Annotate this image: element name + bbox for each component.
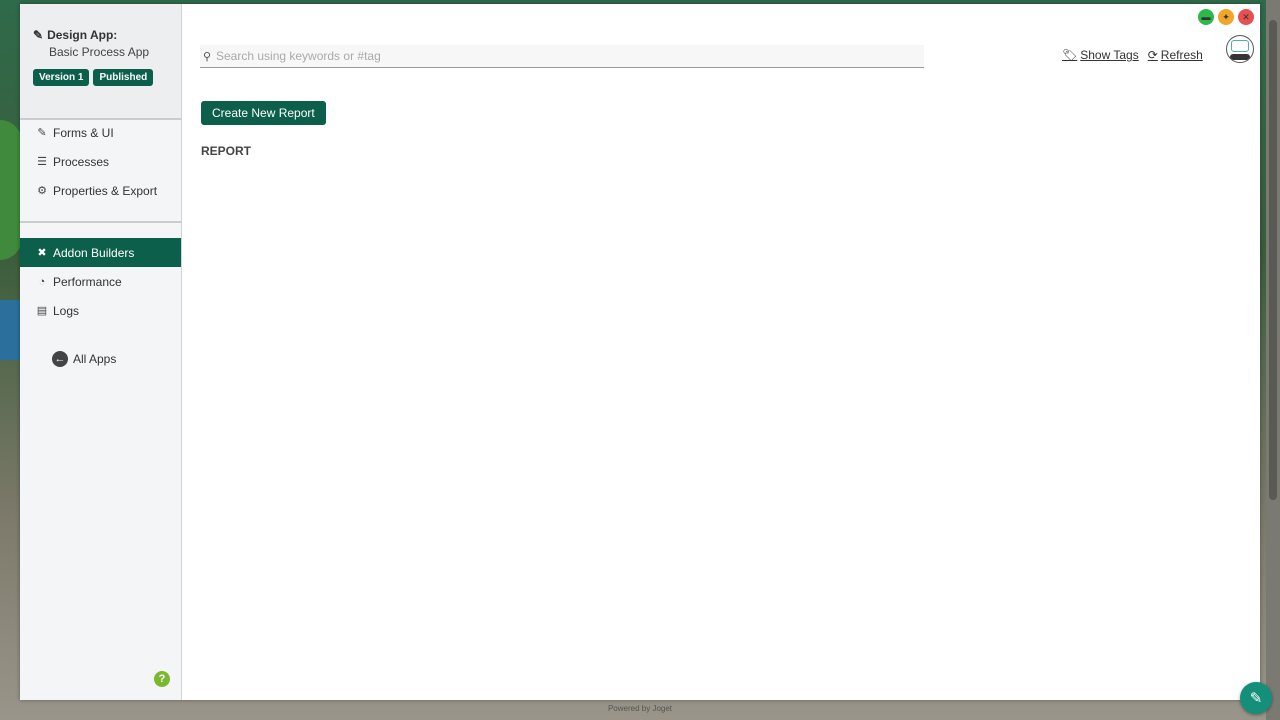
gear-icon: ⚙ bbox=[37, 185, 47, 197]
scroll-icon: ▤ bbox=[36, 305, 48, 317]
refresh-label: Refresh bbox=[1160, 48, 1203, 62]
back-arrow-icon: ← bbox=[52, 351, 68, 367]
version-badge[interactable]: Version 1 bbox=[33, 69, 90, 86]
refresh-icon: ⟳ bbox=[1147, 48, 1158, 62]
background-sea bbox=[0, 300, 22, 360]
sidebar-item-label: Logs bbox=[53, 303, 80, 318]
pencil-icon[interactable]: ✎ bbox=[1240, 682, 1272, 714]
refresh-link[interactable]: ⟳ Refresh bbox=[1148, 48, 1203, 62]
sidebar-item-label: Processes bbox=[53, 154, 110, 169]
create-new-report-button[interactable]: Create New Report bbox=[201, 101, 326, 125]
sidebar-item-label: Forms & UI bbox=[53, 125, 114, 140]
avatar-face bbox=[1231, 40, 1249, 52]
edit-icon: ✎ bbox=[37, 127, 47, 139]
scrollbar-thumb[interactable] bbox=[1269, 20, 1277, 500]
page-scrollbar[interactable] bbox=[1266, 0, 1280, 720]
sidebar-item-properties-export[interactable]: ⚙ Properties & Export bbox=[20, 176, 181, 205]
sidebar-item-logs[interactable]: ▤ Logs bbox=[20, 296, 181, 325]
app-window: ✎ Design App: Basic Process App Version … bbox=[20, 4, 1260, 700]
avatar[interactable] bbox=[1226, 35, 1254, 63]
tags-icon: 🏷 bbox=[1062, 48, 1078, 62]
close-icon[interactable]: ✕ bbox=[1238, 9, 1254, 25]
all-apps-label: All Apps bbox=[73, 352, 117, 366]
sidebar: ✎ Design App: Basic Process App Version … bbox=[20, 4, 182, 700]
published-badge[interactable]: Published bbox=[93, 69, 154, 86]
sidebar-item-forms-ui[interactable]: ✎ Forms & UI bbox=[20, 118, 181, 147]
sidebar-divider bbox=[20, 221, 181, 223]
show-tags-label: Show Tags bbox=[1080, 48, 1139, 62]
sidebar-item-performance[interactable]: ◔ Performance bbox=[20, 267, 181, 296]
edit-icon: ✎ bbox=[33, 28, 44, 42]
avatar-label bbox=[1230, 54, 1250, 60]
show-tags-link[interactable]: 🏷 Show Tags bbox=[1062, 48, 1139, 62]
search-bar: ⚲ bbox=[200, 45, 924, 68]
sidebar-item-label: Performance bbox=[53, 274, 122, 289]
background-foliage bbox=[0, 120, 22, 260]
tools-icon: ✖ bbox=[37, 247, 47, 259]
dashboard-icon: ◔ bbox=[38, 275, 46, 288]
primary-nav: ✎ Forms & UI ☰ Processes ⚙ Properties & … bbox=[20, 118, 181, 205]
list-icon: ☰ bbox=[37, 156, 47, 168]
all-apps-link[interactable]: ← All Apps bbox=[52, 351, 116, 367]
sidebar-item-processes[interactable]: ☰ Processes bbox=[20, 147, 181, 176]
sidebar-item-label: Properties & Export bbox=[53, 183, 158, 198]
secondary-nav: ✖ Addon Builders ◔ Performance ▤ Logs bbox=[20, 238, 181, 325]
app-title-label: Design App: bbox=[47, 28, 118, 42]
search-input[interactable] bbox=[214, 48, 918, 64]
sidebar-item-addon-builders[interactable]: ✖ Addon Builders bbox=[20, 238, 181, 267]
main-content: ▬ ✦ ✕ ⚲ 🏷Show Tags ⟳Refresh Create New R… bbox=[182, 4, 1260, 700]
app-title: ✎ Design App: bbox=[33, 28, 117, 42]
sidebar-item-label: Addon Builders bbox=[53, 245, 135, 260]
help-icon[interactable]: ? bbox=[154, 671, 170, 687]
header-links: 🏷 Show Tags ⟳ Refresh bbox=[1062, 48, 1203, 62]
powered-by-footer[interactable]: Powered by Joget bbox=[0, 704, 1280, 713]
pin-icon[interactable]: ✦ bbox=[1218, 9, 1234, 25]
window-controls: ▬ ✦ ✕ bbox=[1198, 9, 1254, 25]
app-header: ✎ Design App: Basic Process App Version … bbox=[20, 4, 181, 120]
search-icon: ⚲ bbox=[202, 50, 212, 63]
minimize-icon[interactable]: ▬ bbox=[1198, 9, 1214, 25]
section-title: REPORT bbox=[201, 144, 252, 158]
app-badges: Version 1 Published bbox=[33, 69, 154, 86]
app-name: Basic Process App bbox=[49, 45, 150, 59]
